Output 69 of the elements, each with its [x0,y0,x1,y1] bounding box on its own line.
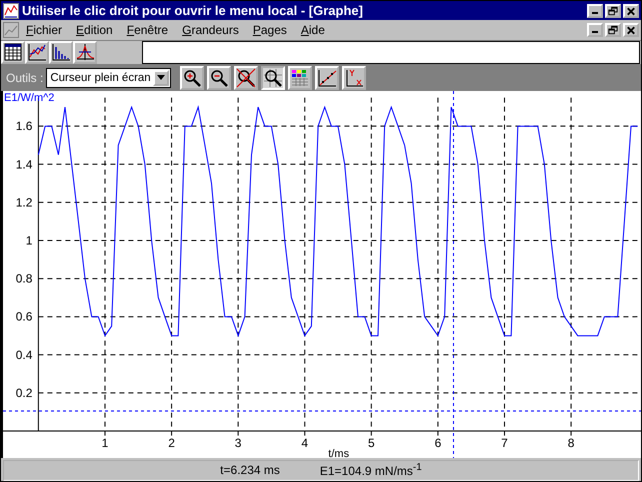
close-icon [625,4,637,17]
swap-axes-button[interactable] [342,66,366,90]
dropdown-arrow-icon [156,75,165,80]
menu-item[interactable]: Grandeurs [175,22,246,37]
axis-label: 2 [168,436,175,450]
axis-label: 0.2 [16,386,32,400]
tools-label: Outils : [6,70,44,85]
text-field[interactable] [142,40,640,64]
zoom-out-icon [208,68,229,88]
magnifier-grid-icon [262,68,283,88]
status-text: t=6.234 ms [220,463,280,478]
zoom-in-icon [182,68,202,88]
axis-label: 5 [368,436,375,450]
zoom-reset-button[interactable] [234,66,258,90]
view-button[interactable] [1,40,25,64]
zoom-in-button[interactable] [180,66,204,90]
zoom-out-button[interactable] [206,66,231,90]
close-button[interactable] [623,22,639,37]
cursor-line[interactable] [453,90,454,458]
close-button[interactable] [623,4,639,18]
axis-label: 0.4 [16,347,32,362]
axis-label: 0.6 [16,309,32,324]
menu-item[interactable]: Fenêtre [120,22,176,37]
axis-label: 1 [26,233,32,248]
axis-label: 1 [102,436,108,450]
restore-icon [607,4,619,17]
axis-label: 1.2 [16,195,32,210]
window-title: Utiliser le clic droit pour ouvrir le menu local - [Graphe] [22,3,364,18]
axis-title: E1/W/m^2 [4,92,54,104]
view-button[interactable] [25,40,49,64]
cursor-mode-dropdown[interactable]: Curseur plein écran [46,68,171,88]
restore-button[interactable] [605,4,621,18]
regression-button[interactable] [314,66,339,90]
graph-area[interactable]: 0.2 0.4 0.6 0.8 1 1.2 1.4 1.6 1 2 3 4 5 6 7 8 t/ms E1/W/m^2 [1,90,641,458]
restore-button[interactable] [605,22,621,37]
menu-item[interactable]: Aide [294,22,332,37]
restore-icon [607,24,619,36]
menu-item[interactable]: Pages [246,22,294,37]
zoom-grid-button[interactable] [260,66,285,90]
peak-chart-icon [75,42,95,62]
view-button[interactable] [73,40,97,64]
axis-label: 7 [501,436,508,450]
menu-item[interactable]: Fichier [19,22,70,37]
view-button[interactable] [49,40,73,64]
axis-label: 3 [234,436,242,450]
axis-title: t/ms [328,448,350,458]
axis-label: 0.8 [16,271,32,286]
color-grid-icon [290,68,310,88]
minimize-icon [592,12,598,14]
status-text: E1=104.9 mN/ms$^{-1}$ [320,462,422,478]
axis-label: 8 [568,436,574,450]
axis-label: 1.4 [16,156,32,171]
minimize-button[interactable] [587,4,603,18]
bar-chart-icon [51,42,71,62]
app-icon[interactable] [3,2,19,19]
fit-line-icon [316,68,337,88]
line-chart-icon [27,42,47,62]
axis-label: 1.6 [16,118,32,133]
close-icon [625,24,637,36]
color-palette-button[interactable] [288,66,312,90]
axis-label: 4 [301,436,308,450]
table-icon [3,42,23,62]
minimize-icon [592,30,598,33]
axes-icon [344,68,364,88]
menu-item[interactable]: Edition [69,22,120,37]
crossed-magnifier-icon [236,68,256,88]
minimize-button[interactable] [587,22,603,37]
cursor-line[interactable] [3,410,641,412]
axis-label: 6 [434,436,442,450]
